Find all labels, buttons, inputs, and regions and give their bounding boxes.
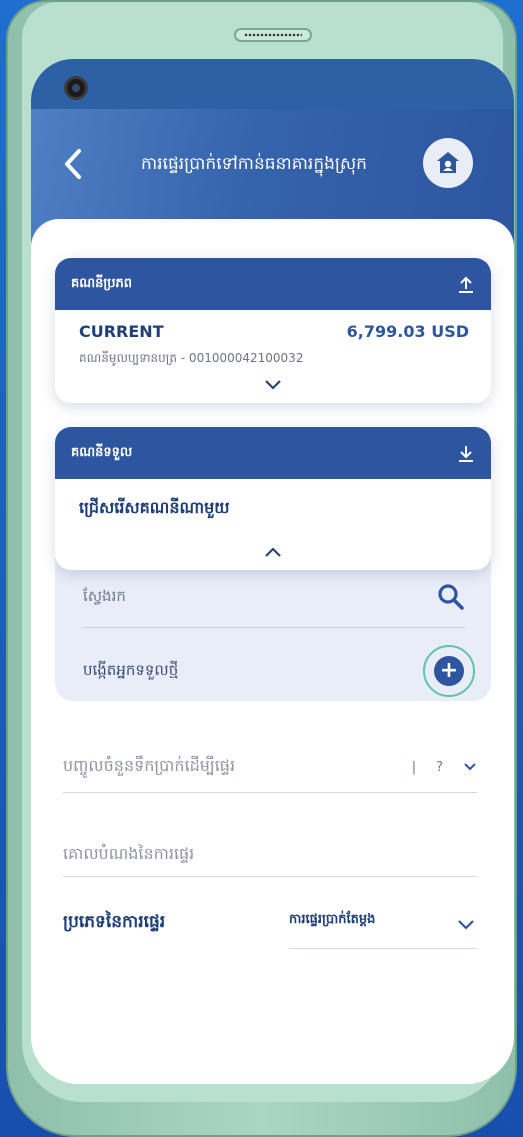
purpose-label: គោលបំណងនៃការផ្ទេរ	[63, 844, 195, 863]
new-recipient-label[interactable]: បង្កើតអ្នកទទួលថ្មី	[83, 661, 178, 683]
download-icon	[459, 446, 473, 462]
account-name: CURRENT	[79, 322, 164, 341]
transfer-type-label: ប្រភេទនៃការផ្ទេរ	[63, 912, 166, 932]
page-title: ការផ្ទេរប្រាក់ទៅកាន់ធនាគារក្នុងស្រុក	[141, 154, 367, 174]
status-bar	[31, 59, 514, 109]
choose-account-placeholder[interactable]: ជ្រើសរើសគណនីណាមួយ	[79, 497, 229, 521]
phone-frame: ការផ្ទេរប្រាក់ទៅកាន់ធនាគារក្នុងស្រុក គណន…	[6, 0, 517, 1137]
home-icon	[437, 152, 459, 173]
transfer-type-select[interactable]: ការផ្ទេរប្រាក់តែម្តង	[289, 905, 477, 949]
plus-icon: +	[434, 656, 464, 686]
currency-selector[interactable]: | ?	[412, 755, 477, 779]
upload-icon	[459, 276, 473, 293]
source-account-heading: គណនីប្រភព	[71, 275, 133, 291]
back-button[interactable]	[61, 147, 91, 183]
transfer-type-value: ការផ្ទេរប្រាក់តែម្តង	[289, 912, 376, 927]
search-field[interactable]: ស្វែងរក	[83, 587, 126, 609]
chevron-left-icon	[65, 149, 81, 179]
phone-screen: ការផ្ទេរប្រាក់ទៅកាន់ធនាគារក្នុងស្រុក គណន…	[31, 59, 514, 1084]
speaker-grille	[234, 28, 312, 42]
camera-icon	[64, 76, 88, 100]
source-account-header: គណនីប្រភព	[55, 258, 491, 310]
amount-separator: |	[411, 759, 417, 775]
amount-field[interactable]: បញ្ចូលចំនួនទឹកប្រាក់ដើម្បីផ្ទេរ | ?	[63, 755, 477, 793]
purpose-field[interactable]: គោលបំណងនៃការផ្ទេរ	[63, 843, 477, 877]
destination-account-card[interactable]: គណនីទទួល ជ្រើសរើសគណនីណាមួយ	[55, 427, 491, 570]
chevron-down-icon[interactable]	[263, 378, 283, 392]
add-recipient-button[interactable]: +	[423, 645, 475, 697]
chevron-down-icon	[458, 920, 474, 930]
account-balance: 6,799.03 USD	[346, 322, 469, 341]
source-account-card[interactable]: គណនីប្រភព CURRENT 6,799.03 USD គណនីមូលប្…	[55, 258, 491, 403]
destination-account-header: គណនីទទួល	[55, 427, 491, 479]
account-number: គណនីមូលប្បទានបត្រ - 001000042100032	[79, 351, 304, 365]
currency-value: ?	[436, 759, 443, 775]
destination-account-heading: គណនីទទួល	[71, 444, 133, 460]
home-button[interactable]	[423, 138, 473, 188]
chevron-down-icon	[464, 763, 476, 771]
divider	[83, 627, 465, 628]
chevron-up-icon[interactable]	[263, 545, 283, 559]
search-icon[interactable]	[437, 583, 465, 611]
